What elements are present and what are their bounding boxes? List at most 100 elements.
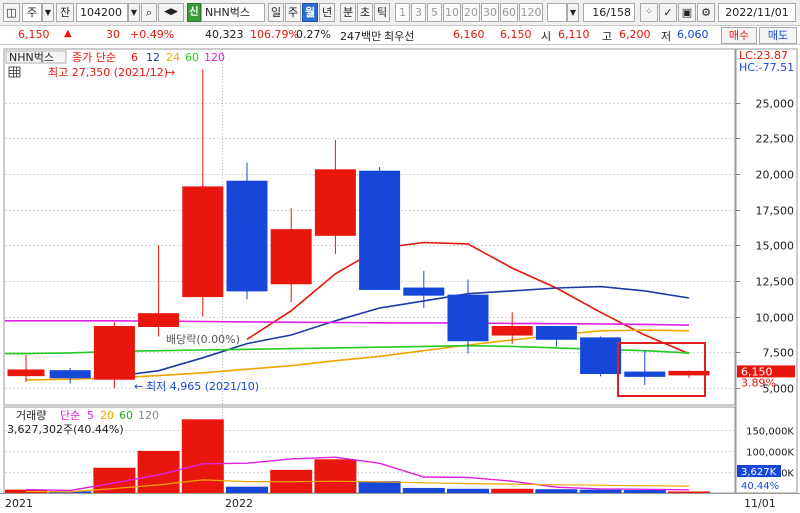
price-tick-label: 10,000 [756, 312, 795, 325]
volume-bar [623, 490, 666, 493]
volume-legend-label: 단순 [60, 409, 80, 422]
open-label: 시 [541, 30, 552, 43]
period-month-button[interactable]: 월 [302, 3, 318, 22]
candle-body [138, 313, 180, 328]
market-button[interactable]: 잔 [56, 3, 74, 22]
low-label: 저 [661, 30, 672, 43]
ma-legend-24: 24 [166, 51, 180, 64]
volume-title: 거래량 [16, 409, 46, 422]
candle-body [403, 287, 445, 296]
candle-body [270, 229, 312, 285]
period-number-button[interactable]: 20 [462, 3, 480, 22]
save-icon[interactable]: ▣ [678, 3, 696, 22]
candle-body [182, 186, 224, 298]
stock-code-input[interactable]: 104200 [76, 3, 128, 22]
period-second-button[interactable]: 초 [357, 3, 373, 22]
candle-body [491, 326, 533, 336]
volume-legend-120: 120 [138, 409, 159, 422]
period-number-button[interactable]: 30 [481, 3, 499, 22]
price-tick-label: 25,000 [756, 98, 795, 111]
period-number-button[interactable]: 3 [411, 3, 426, 22]
prev-next-icon[interactable]: ◀▶ [158, 3, 184, 22]
max-price-annotation: 최고 27,350 (2021/12) [48, 66, 168, 79]
period-day-button[interactable]: 일 [268, 3, 284, 22]
period-custom-dropdown-icon[interactable]: ▼ [567, 3, 579, 22]
price-tick-label: 22,500 [756, 133, 795, 146]
volume-legend-60: 60 [119, 409, 133, 422]
high-label: 고 [602, 30, 613, 43]
period-custom-input[interactable] [547, 3, 567, 22]
period-tick-button[interactable]: 틱 [374, 3, 390, 22]
toolbar: ◫ 주 ▼ 잔 104200 ▼ ⌕ ◀▶ 신 NHN벅스 일 주 월 년 분 … [0, 0, 800, 26]
ma-legend-6: 6 [131, 51, 138, 64]
ask-price: 6,160 [453, 28, 485, 41]
buy-button[interactable]: 매수 [721, 27, 757, 44]
date-field[interactable]: 2022/11/01 [718, 3, 796, 22]
open-price: 6,110 [558, 28, 590, 41]
volume-legend-20: 20 [100, 409, 114, 422]
ma-legend-60: 60 [185, 51, 199, 64]
volume-bar [402, 487, 445, 493]
volume-bar [579, 489, 622, 493]
volume-bar [535, 489, 578, 493]
ma-legend-label: 종가 단순 [72, 51, 116, 64]
grid-icon[interactable] [8, 66, 21, 78]
period-number-button[interactable]: 5 [427, 3, 442, 22]
turnover-rate: 0.27% [296, 28, 331, 41]
period-number-button[interactable]: 1 [395, 3, 410, 22]
volume-value-label: 3,627,302주(40.44%) [7, 423, 124, 436]
quote-bar: 6,150 ▲ 30 +0.49% 40,323 106.79% 0.27% 2… [0, 26, 800, 45]
period-minute-button[interactable]: 분 [340, 3, 356, 22]
dividend-annotation: 배당락(0.00%) [166, 333, 240, 346]
credit-tag: 신 [187, 3, 201, 22]
period-number-button[interactable]: 120 [519, 3, 543, 22]
volume: 40,323 [205, 28, 244, 41]
last-price-percent: 3.89% [741, 376, 776, 389]
volume-bar [447, 488, 489, 493]
dots-icon[interactable]: ⁘ [640, 3, 658, 22]
period-number-button[interactable]: 60 [500, 3, 518, 22]
trade-amount: 247백만 [340, 30, 382, 43]
price-tick-label: 12,500 [756, 276, 795, 289]
price-change-percent: +0.49% [130, 28, 175, 41]
market-type-dropdown-icon[interactable]: ▼ [42, 3, 54, 22]
stock-name-field[interactable]: NHN벅스 [201, 3, 265, 22]
chart-title: NHN벅스 [9, 51, 54, 64]
candle-body [93, 326, 135, 380]
high-price: 6,200 [619, 28, 651, 41]
volume-bar [491, 488, 534, 493]
sell-button[interactable]: 매도 [759, 27, 797, 44]
candle-body [535, 326, 577, 340]
price-tick-label: 15,000 [756, 240, 795, 253]
x-label-2022: 2022 [225, 497, 253, 510]
candle-body [226, 180, 268, 292]
priority-label: 최우선 [384, 30, 415, 43]
volume-bar [226, 486, 268, 493]
candle-body [447, 294, 489, 342]
price-change: 30 [106, 28, 120, 41]
candle-body [359, 170, 401, 290]
min-arrow-icon: ← [134, 380, 143, 393]
price-tick-label: 17,500 [756, 205, 795, 218]
change-arrow-icon: ▲ [64, 28, 72, 39]
max-arrow-icon: → [166, 66, 175, 79]
stock-code-dropdown-icon[interactable]: ▼ [128, 3, 140, 22]
last-volume-value: 3,627K [741, 467, 777, 478]
volume-bar [314, 459, 357, 493]
settings-icon[interactable]: ✓ [659, 3, 677, 22]
price-tick-label: 20,000 [756, 169, 795, 182]
stock-chart[interactable]: 25,000 22,500 20,000 17,500 15,000 12,500 10,0… [0, 45, 800, 513]
candle-body [580, 337, 622, 375]
volume-tick-label: 150,000K [746, 427, 794, 438]
period-number-button[interactable]: 10 [443, 3, 461, 22]
candle-body [49, 370, 91, 379]
period-week-button[interactable]: 주 [285, 3, 301, 22]
volume-bar [668, 491, 710, 493]
market-type-select[interactable]: 주 [22, 3, 42, 22]
gear-icon[interactable]: ⚙ [697, 3, 715, 22]
period-year-button[interactable]: 년 [319, 3, 335, 22]
price-tick-label: 7,500 [763, 347, 795, 360]
current-price: 6,150 [18, 28, 50, 41]
layout-icon[interactable]: ◫ [3, 3, 20, 22]
search-icon[interactable]: ⌕ [141, 3, 157, 22]
